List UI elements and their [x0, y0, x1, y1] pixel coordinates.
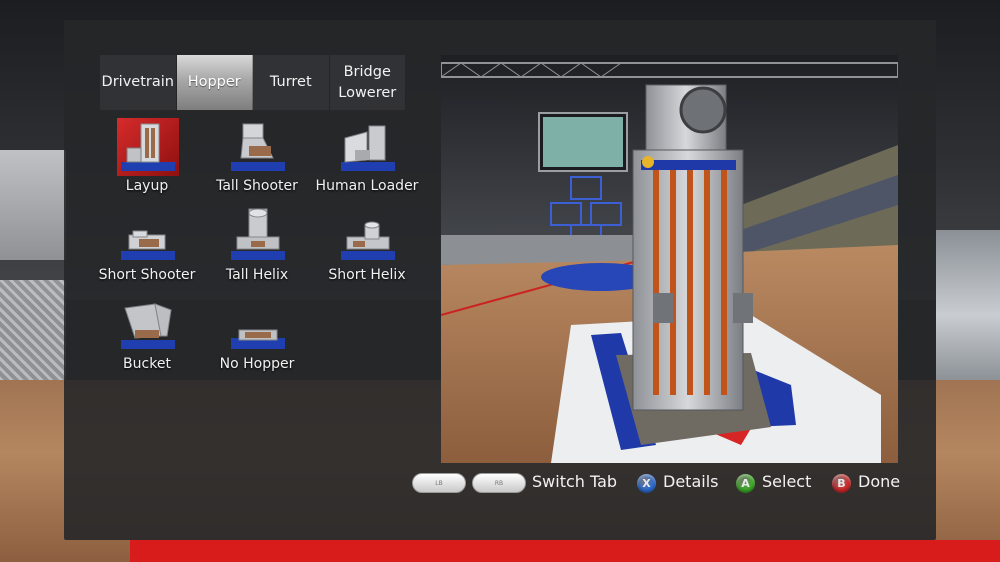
part-label: Tall Helix — [225, 267, 289, 283]
part-label: No Hopper — [219, 356, 295, 372]
short-shooter-hopper-icon — [121, 230, 175, 260]
red-field-border — [130, 540, 1000, 562]
select-label: Select — [762, 472, 812, 491]
part-short-helix[interactable]: Short Helix — [312, 201, 422, 285]
part-label: Bucket — [123, 356, 171, 372]
part-label: Layup — [125, 178, 169, 194]
no-hopper-icon — [231, 329, 285, 349]
layup-hopper-icon — [117, 118, 179, 176]
tab-hopper[interactable]: Hopper — [176, 55, 253, 110]
details-label: Details — [663, 472, 719, 491]
switch-tab-label: Switch Tab — [532, 472, 618, 491]
arena-wall — [0, 150, 66, 260]
tab-bridge-lowerer[interactable]: Bridge Lowerer — [329, 55, 406, 110]
x-button-icon[interactable]: X — [637, 474, 656, 493]
rb-bumper-icon[interactable]: RB — [472, 473, 526, 493]
part-human-loader[interactable]: Human Loader — [312, 112, 422, 196]
part-layup[interactable]: Layup — [92, 112, 202, 196]
part-label: Human Loader — [315, 178, 419, 194]
part-label: Short Shooter — [98, 267, 196, 283]
human-loader-hopper-icon — [341, 125, 395, 171]
a-button-icon[interactable]: A — [736, 474, 755, 493]
tall-shooter-hopper-icon — [231, 123, 285, 171]
b-button-icon[interactable]: B — [832, 474, 851, 493]
tab-turret[interactable]: Turret — [253, 55, 330, 110]
part-no-hopper[interactable]: No Hopper — [202, 290, 312, 374]
part-bucket[interactable]: Bucket — [92, 290, 202, 374]
lb-bumper-icon[interactable]: LB — [412, 473, 466, 493]
diamond-plate-right — [936, 230, 1000, 400]
category-tabs: Drivetrain Hopper Turret Bridge Lowerer — [100, 55, 406, 110]
tab-drivetrain[interactable]: Drivetrain — [100, 55, 177, 110]
part-label: Tall Shooter — [216, 178, 298, 194]
part-label: Short Helix — [328, 267, 406, 283]
done-label: Done — [858, 472, 901, 491]
tall-helix-hopper-icon — [231, 208, 285, 260]
part-short-shooter[interactable]: Short Shooter — [92, 201, 202, 285]
part-tall-shooter[interactable]: Tall Shooter — [202, 112, 312, 196]
part-tall-helix[interactable]: Tall Helix — [202, 201, 312, 285]
controller-hints: LB RB Switch Tab X Details A Select B Do… — [412, 470, 912, 496]
bucket-hopper-icon — [121, 303, 175, 349]
robot-preview-viewport — [441, 55, 898, 463]
robot-preview-render — [441, 55, 898, 463]
short-helix-hopper-icon — [341, 221, 395, 260]
